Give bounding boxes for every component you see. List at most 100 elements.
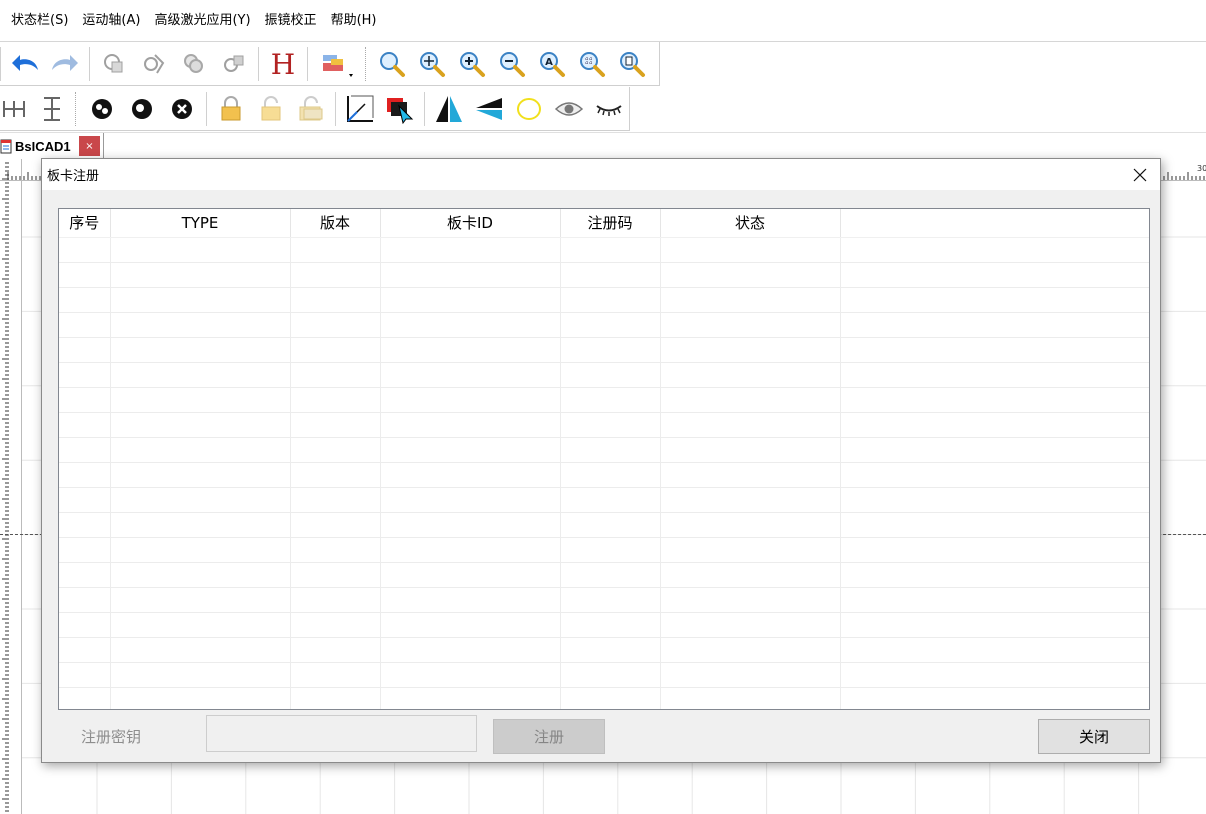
- table-row[interactable]: [59, 637, 1149, 663]
- table-row[interactable]: [59, 337, 1149, 363]
- table-cell: [59, 587, 111, 613]
- table-row[interactable]: [59, 662, 1149, 688]
- table-cell: [110, 562, 291, 588]
- zoom-in-icon[interactable]: [452, 44, 492, 84]
- table-cell: [59, 337, 111, 363]
- column-header-board-id[interactable]: 板卡ID: [380, 209, 561, 238]
- registration-key-input[interactable]: [206, 715, 477, 752]
- zoom-icon[interactable]: [372, 44, 412, 84]
- close-button[interactable]: 关闭: [1038, 719, 1150, 754]
- menu-galvo-calibration[interactable]: 振镜校正: [258, 0, 324, 42]
- copy-object-icon[interactable]: [94, 44, 134, 84]
- table-cell: [560, 687, 661, 709]
- distribute-horizontal-icon[interactable]: [0, 89, 32, 129]
- table-cell: [59, 512, 111, 538]
- zoom-out-icon[interactable]: [492, 44, 532, 84]
- mirror-vertical-icon[interactable]: [469, 89, 509, 129]
- table-row[interactable]: [59, 312, 1149, 338]
- document-tab-label: BsICAD1: [15, 139, 71, 154]
- table-cell: [110, 662, 291, 688]
- table-row[interactable]: [59, 387, 1149, 413]
- table-row[interactable]: [59, 412, 1149, 438]
- table-cell: [560, 562, 661, 588]
- document-tab-close-button[interactable]: ×: [79, 136, 100, 156]
- redo-icon[interactable]: [45, 44, 85, 84]
- table-row[interactable]: [59, 587, 1149, 613]
- table-row[interactable]: [59, 362, 1149, 388]
- table-cell: [290, 512, 381, 538]
- column-header-version[interactable]: 版本: [290, 209, 381, 238]
- table-cell: [110, 512, 291, 538]
- table-row[interactable]: [59, 237, 1149, 263]
- table-cell: [660, 537, 841, 563]
- register-button[interactable]: 注册: [493, 719, 605, 754]
- table-row[interactable]: [59, 687, 1149, 709]
- column-header-index[interactable]: 序号: [59, 209, 111, 238]
- group-icon[interactable]: [82, 89, 122, 129]
- zoom-page-icon[interactable]: [612, 44, 652, 84]
- delete-group-icon[interactable]: [162, 89, 202, 129]
- axis-origin-icon[interactable]: [340, 89, 380, 129]
- table-cell: [380, 337, 561, 363]
- table-row[interactable]: [59, 487, 1149, 513]
- table-cell: [380, 487, 561, 513]
- ellipse-icon[interactable]: [509, 89, 549, 129]
- zoom-grid-icon[interactable]: [572, 44, 612, 84]
- table-cell: [59, 637, 111, 663]
- table-cell: [110, 262, 291, 288]
- transform-object-icon[interactable]: [214, 44, 254, 84]
- duplicate-icon[interactable]: [174, 44, 214, 84]
- column-header-reg-code[interactable]: 注册码: [560, 209, 661, 238]
- hatch-h-icon[interactable]: H: [263, 44, 303, 84]
- table-cell: [380, 437, 561, 463]
- color-layer-icon[interactable]: [380, 89, 420, 129]
- table-row[interactable]: [59, 562, 1149, 588]
- dialog-close-icon[interactable]: [1128, 163, 1152, 187]
- lock-icon[interactable]: [211, 89, 251, 129]
- table-cell: [660, 462, 841, 488]
- table-cell: [290, 262, 381, 288]
- column-header-type[interactable]: TYPE: [110, 209, 291, 238]
- edit-object-icon[interactable]: [134, 44, 174, 84]
- table-row[interactable]: [59, 537, 1149, 563]
- ungroup-icon[interactable]: [122, 89, 162, 129]
- board-list-table[interactable]: 序号 TYPE 版本 板卡ID 注册码 状态: [58, 208, 1150, 710]
- toolbar-object: [0, 87, 630, 131]
- table-cell: [660, 687, 841, 709]
- table-cell: [660, 312, 841, 338]
- zoom-pan-icon[interactable]: [412, 44, 452, 84]
- show-icon[interactable]: [549, 89, 589, 129]
- menu-help[interactable]: 帮助(H): [324, 0, 384, 42]
- table-cell: [290, 687, 381, 709]
- menu-status-bar[interactable]: 状态栏(S): [0, 0, 75, 42]
- table-cell: [110, 237, 291, 263]
- menu-motion-axis[interactable]: 运动轴(A): [75, 0, 147, 42]
- table-row[interactable]: [59, 462, 1149, 488]
- document-tab[interactable]: BsICAD1 ×: [0, 133, 104, 160]
- menu-advanced-laser[interactable]: 高级激光应用(Y): [147, 0, 257, 42]
- unlock-icon[interactable]: [251, 89, 291, 129]
- table-row[interactable]: [59, 512, 1149, 538]
- table-row[interactable]: [59, 437, 1149, 463]
- table-cell: [560, 312, 661, 338]
- distribute-vertical-icon[interactable]: [32, 89, 72, 129]
- table-row[interactable]: [59, 612, 1149, 638]
- table-row[interactable]: [59, 287, 1149, 313]
- table-cell: [59, 662, 111, 688]
- column-header-status[interactable]: 状态: [660, 209, 841, 238]
- table-cell: [110, 312, 291, 338]
- table-cell: [560, 387, 661, 413]
- hide-icon[interactable]: [589, 89, 629, 129]
- undo-icon[interactable]: [5, 44, 45, 84]
- mirror-horizontal-icon[interactable]: [429, 89, 469, 129]
- table-cell: [110, 537, 291, 563]
- menu-bar: 状态栏(S) 运动轴(A) 高级激光应用(Y) 振镜校正 帮助(H): [0, 0, 1206, 42]
- zoom-all-icon[interactable]: A: [532, 44, 572, 84]
- table-cell: [660, 387, 841, 413]
- table-cell: [59, 312, 111, 338]
- unlock-all-icon[interactable]: [291, 89, 331, 129]
- table-cell: [840, 337, 1149, 363]
- table-cell: [660, 562, 841, 588]
- fill-dropdown-icon[interactable]: [312, 44, 362, 84]
- table-row[interactable]: [59, 262, 1149, 288]
